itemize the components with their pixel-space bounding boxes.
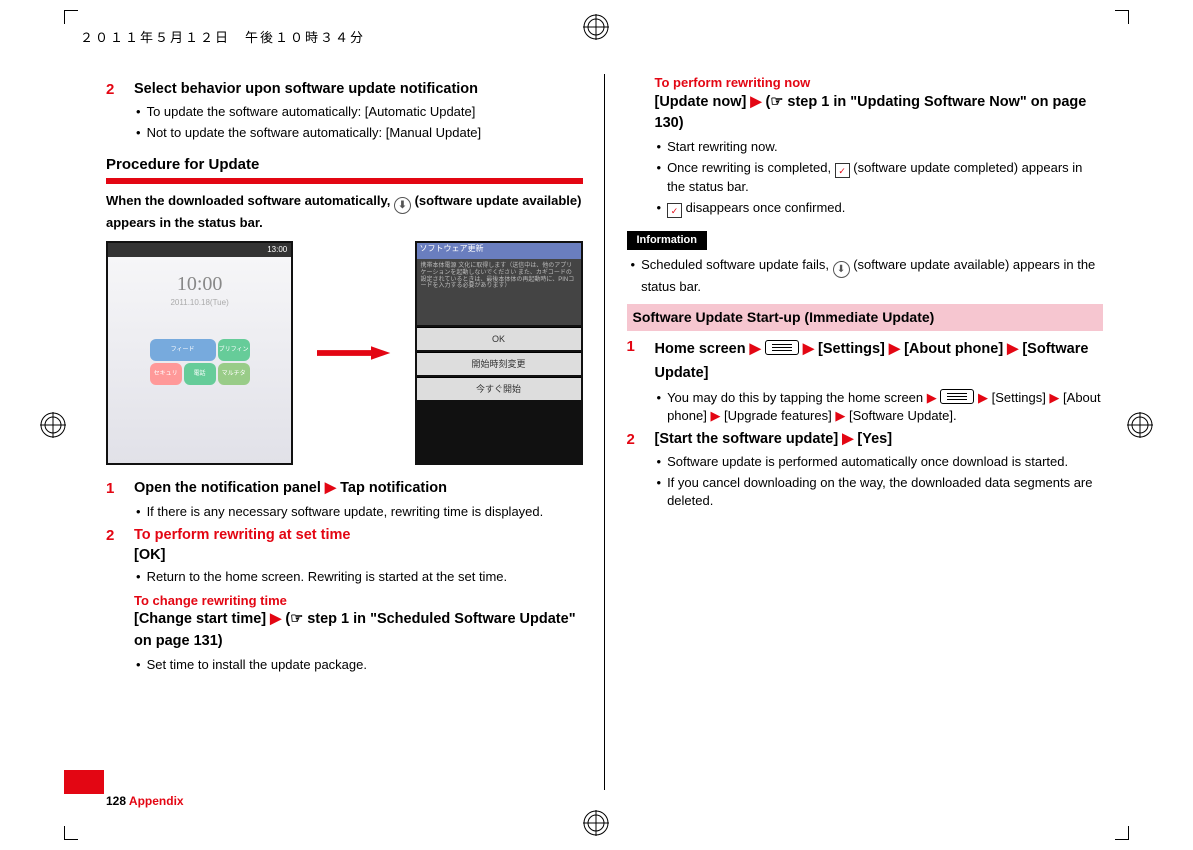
step-title: Select behavior upon software update not… bbox=[134, 80, 583, 100]
registration-mark-right bbox=[1127, 412, 1153, 438]
step-title: To perform rewriting at set time [OK] bbox=[134, 526, 583, 565]
dialog-change-time-button: 開始時刻変更 bbox=[417, 352, 581, 375]
subheading-perform-now: To perform rewriting now bbox=[655, 74, 1104, 92]
bullet: •Once rewriting is completed, ✓ (softwar… bbox=[657, 159, 1104, 196]
page-number: 128 bbox=[106, 794, 126, 808]
widget-multi: マルチタ bbox=[218, 363, 250, 385]
step-number: 2 bbox=[627, 430, 641, 450]
procedure-heading: Procedure for Update bbox=[106, 155, 583, 175]
download-available-icon: ⬇ bbox=[833, 261, 850, 278]
page-content: 2 Select behavior upon software update n… bbox=[106, 74, 1103, 790]
triangle-icon: ▶ bbox=[803, 341, 814, 357]
heading-rule bbox=[106, 178, 583, 184]
bullet: •If there is any necessary software upda… bbox=[136, 503, 583, 521]
bullet: •If you cancel downloading on the way, t… bbox=[657, 474, 1104, 509]
update-now-line: [Update now] ▶ (☞ step 1 in "Updating So… bbox=[655, 92, 1104, 136]
step-1-open-panel: 1 Open the notification panel ▶ Tap noti… bbox=[106, 479, 583, 499]
section-immediate-update: Software Update Start-up (Immediate Upda… bbox=[627, 304, 1104, 331]
dialog-message: 携帯本体電源 文化に取得します（送信中は、他のアプリケーションを起動しないでくだ… bbox=[417, 259, 581, 325]
crop-mark bbox=[64, 10, 65, 24]
triangle-icon: ▶ bbox=[1049, 390, 1059, 405]
subheading-change-time: To change rewriting time bbox=[134, 592, 583, 610]
dialog-title: ソフトウェア更新 bbox=[417, 243, 581, 259]
step-2-start-update: 2 [Start the software update] ▶ [Yes] bbox=[627, 430, 1104, 450]
bullet: •✓ disappears once confirmed. bbox=[657, 199, 1104, 219]
download-available-icon: ⬇ bbox=[394, 197, 411, 214]
arrow-icon bbox=[317, 346, 390, 360]
bullet: •Start rewriting now. bbox=[657, 138, 1104, 156]
triangle-icon: ▶ bbox=[750, 94, 761, 110]
menu-key-icon bbox=[765, 340, 799, 355]
screenshot-dialog: ソフトウェア更新 携帯本体電源 文化に取得します（送信中は、他のアプリケーション… bbox=[415, 241, 583, 465]
triangle-icon: ▶ bbox=[1007, 341, 1018, 357]
bullet: •Set time to install the update package. bbox=[136, 656, 583, 674]
dialog-start-now-button: 今すぐ開始 bbox=[417, 377, 581, 400]
crop-mark bbox=[1115, 10, 1129, 11]
bullet: •To update the software automatically: [… bbox=[136, 103, 583, 121]
step-number: 2 bbox=[106, 526, 120, 565]
step-title: Home screen ▶ ▶ [Settings] ▶ [About phon… bbox=[655, 337, 1104, 386]
bullet: •Not to update the software automaticall… bbox=[136, 124, 583, 142]
triangle-icon: ▶ bbox=[842, 431, 853, 447]
screenshot-home: 13:00 10:00 2011.10.18(Tue) フィード ブリフィン セ… bbox=[106, 241, 293, 465]
pointing-hand-icon: ☞ bbox=[290, 609, 303, 631]
change-start-time-line: [Change start time] ▶ (☞ step 1 in "Sche… bbox=[134, 609, 583, 653]
update-complete-icon: ✓ bbox=[835, 163, 850, 178]
triangle-icon: ▶ bbox=[927, 390, 937, 405]
clock-widget: 10:00 bbox=[177, 271, 223, 298]
registration-mark-bottom bbox=[583, 810, 609, 836]
bullet: • You may do this by tapping the home sc… bbox=[657, 389, 1104, 424]
footer-tab bbox=[64, 770, 104, 794]
dialog-ok-button: OK bbox=[417, 327, 581, 350]
page-footer: 128 Appendix bbox=[106, 794, 184, 808]
menu-key-icon bbox=[940, 389, 974, 404]
subheading-set-time: To perform rewriting at set time bbox=[134, 526, 583, 546]
registration-mark-top bbox=[583, 14, 609, 40]
widget-phone: 電話 bbox=[184, 363, 216, 385]
widget-sec: セキュリ bbox=[150, 363, 182, 385]
print-timestamp: ２０１１年５月１２日 午後１０時３４分 bbox=[80, 27, 365, 46]
bullet: •Software update is performed automatica… bbox=[657, 453, 1104, 471]
step-title: Open the notification panel ▶ Tap notifi… bbox=[134, 479, 583, 499]
widget-feed: フィード bbox=[150, 339, 216, 361]
date-label: 2011.10.18(Tue) bbox=[170, 298, 228, 309]
crop-mark bbox=[1128, 826, 1129, 840]
figure-home-to-dialog: 13:00 10:00 2011.10.18(Tue) フィード ブリフィン セ… bbox=[106, 241, 583, 465]
step-1-home-settings: 1 Home screen ▶ ▶ [Settings] ▶ [About ph… bbox=[627, 337, 1104, 386]
update-complete-icon: ✓ bbox=[667, 203, 682, 218]
step-number: 2 bbox=[106, 80, 120, 100]
section-name: Appendix bbox=[129, 794, 184, 808]
step-2-select-behavior: 2 Select behavior upon software update n… bbox=[106, 80, 583, 100]
crop-mark bbox=[64, 839, 78, 840]
triangle-icon: ▶ bbox=[710, 408, 720, 423]
crop-mark bbox=[1115, 839, 1129, 840]
registration-mark-left bbox=[40, 412, 66, 438]
triangle-icon: ▶ bbox=[835, 408, 845, 423]
procedure-lead: When the downloaded software automatical… bbox=[106, 192, 583, 232]
triangle-icon: ▶ bbox=[978, 390, 988, 405]
crop-mark bbox=[64, 826, 65, 840]
info-bullet: •Scheduled software update fails, ⬇ (sof… bbox=[631, 256, 1104, 296]
triangle-icon: ▶ bbox=[325, 480, 336, 496]
pointing-hand-icon: ☞ bbox=[770, 92, 783, 114]
step-number: 1 bbox=[106, 479, 120, 499]
widget-brief: ブリフィン bbox=[218, 339, 250, 361]
triangle-icon: ▶ bbox=[750, 341, 761, 357]
crop-mark bbox=[1128, 10, 1129, 24]
home-widgets: フィード ブリフィン セキュリ 電話 マルチタ bbox=[140, 339, 260, 385]
bullet: •Return to the home screen. Rewriting is… bbox=[136, 568, 583, 586]
information-label: Information bbox=[627, 231, 708, 250]
step-number: 1 bbox=[627, 337, 641, 386]
step-title: [Start the software update] ▶ [Yes] bbox=[655, 430, 1104, 450]
step-2-rewriting-options: 2 To perform rewriting at set time [OK] bbox=[106, 526, 583, 565]
crop-mark bbox=[64, 10, 78, 11]
triangle-icon: ▶ bbox=[270, 611, 281, 627]
triangle-icon: ▶ bbox=[889, 341, 900, 357]
